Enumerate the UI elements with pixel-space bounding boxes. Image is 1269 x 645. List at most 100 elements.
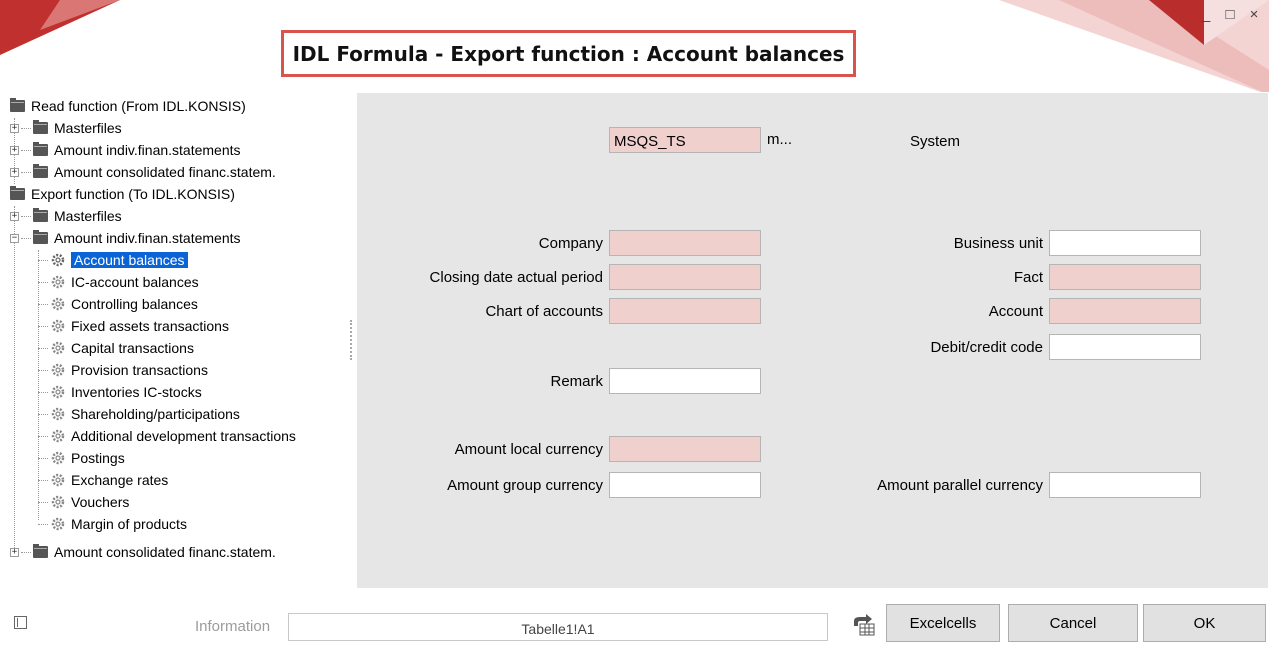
window-title: IDL Formula - Export function : Account … (292, 41, 845, 66)
tree-label: Vouchers (71, 494, 130, 510)
minimize-button[interactable]: _ (1199, 6, 1213, 23)
folder-icon (33, 230, 48, 244)
folder-icon (33, 544, 48, 558)
excelcells-button[interactable]: Excelcells (886, 604, 1000, 642)
tree-label: Inventories IC-stocks (71, 384, 202, 400)
decorative-corner-left (0, 0, 120, 55)
expand-icon[interactable]: + (10, 167, 19, 177)
tree-label: Amount indiv.finan.statements (54, 142, 241, 158)
expand-icon[interactable]: + (10, 145, 19, 155)
tree-guide-line (14, 206, 15, 552)
gear-icon (51, 473, 65, 487)
tree-label: Masterfiles (54, 120, 122, 136)
title-bar: IDL Formula - Export function : Account … (0, 0, 1269, 92)
amount-local-field[interactable] (609, 436, 761, 462)
gear-icon (51, 319, 65, 333)
company-field[interactable] (609, 230, 761, 256)
folder-icon (10, 186, 25, 200)
tree-label: Amount consolidated financ.statem. (54, 544, 276, 560)
window-controls: _ □ × (1199, 6, 1261, 23)
tree-read-masterfiles[interactable]: + Masterfiles (10, 118, 122, 138)
tree-label: Amount consolidated financ.statem. (54, 164, 276, 180)
account-field[interactable] (1049, 298, 1201, 324)
chart-of-accounts-field[interactable] (609, 298, 761, 324)
tree-export-root[interactable]: Export function (To IDL.KONSIS) (10, 184, 235, 204)
gear-icon (51, 451, 65, 465)
tree-read-indiv[interactable]: + Amount indiv.finan.statements (10, 140, 241, 160)
amount-group-field[interactable] (609, 472, 761, 498)
closing-date-label: Closing date actual period (429, 269, 603, 286)
tree-item-capital[interactable]: Capital transactions (38, 338, 194, 358)
gear-icon (51, 495, 65, 509)
tree-label: Controlling balances (71, 296, 198, 312)
tree-label: Export function (To IDL.KONSIS) (31, 186, 235, 202)
tree-item-exchange-rates[interactable]: Exchange rates (38, 470, 168, 490)
tree-label: Additional development transactions (71, 428, 296, 444)
tree-item-fixed-assets[interactable]: Fixed assets transactions (38, 316, 229, 336)
gear-icon (51, 297, 65, 311)
gear-icon (51, 517, 65, 531)
business-unit-field[interactable] (1049, 230, 1201, 256)
gear-icon (51, 407, 65, 421)
tree-label: Masterfiles (54, 208, 122, 224)
tree-export-masterfiles[interactable]: + Masterfiles (10, 206, 122, 226)
gear-icon (51, 275, 65, 289)
tree-item-vouchers[interactable]: Vouchers (38, 492, 129, 512)
collapse-icon[interactable]: − (10, 233, 19, 243)
ok-button[interactable]: OK (1143, 604, 1266, 642)
information-field[interactable]: Tabelle1!A1 (288, 613, 828, 641)
tree-export-indiv[interactable]: − Amount indiv.finan.statements (10, 228, 241, 248)
folder-icon (10, 98, 25, 112)
tree-label: Read function (From IDL.KONSIS) (31, 98, 246, 114)
fact-field[interactable] (1049, 264, 1201, 290)
form-panel: System MSQS_TS m... Company Closing date… (357, 93, 1268, 588)
tree-item-controlling-balances[interactable]: Controlling balances (38, 294, 198, 314)
company-label: Company (538, 235, 603, 252)
expand-icon[interactable]: + (10, 123, 19, 133)
tree-label-selected: Account balances (71, 252, 188, 268)
folder-icon (33, 142, 48, 156)
tree-label: Exchange rates (71, 472, 169, 488)
system-field[interactable]: MSQS_TS (609, 127, 761, 153)
remark-label: Remark (550, 373, 603, 390)
panel-toggle-icon[interactable] (14, 616, 27, 629)
tree-label: IC-account balances (71, 274, 199, 290)
amount-parallel-label: Amount parallel currency (877, 477, 1043, 494)
tree-item-ic-account-balances[interactable]: IC-account balances (38, 272, 199, 292)
excel-icon[interactable] (852, 614, 876, 636)
tree-label: Fixed assets transactions (71, 318, 229, 334)
window-title-box: IDL Formula - Export function : Account … (281, 30, 856, 77)
tree-label: Shareholding/participations (71, 406, 240, 422)
tree-item-margin-of-products[interactable]: Margin of products (38, 514, 187, 534)
debit-credit-field[interactable] (1049, 334, 1201, 360)
expand-icon[interactable]: + (10, 211, 19, 221)
tree-item-provision[interactable]: Provision transactions (38, 360, 208, 380)
tree-item-postings[interactable]: Postings (38, 448, 125, 468)
cancel-button[interactable]: Cancel (1008, 604, 1138, 642)
amount-local-label: Amount local currency (454, 441, 603, 458)
tree-read-root[interactable]: Read function (From IDL.KONSIS) (10, 96, 246, 116)
gear-icon (51, 341, 65, 355)
tree-item-additional-development[interactable]: Additional development transactions (38, 426, 296, 446)
tree-export-consolidated[interactable]: + Amount consolidated financ.statem. (10, 542, 276, 562)
debit-credit-label: Debit/credit code (930, 339, 1043, 356)
pane-splitter[interactable] (350, 320, 353, 360)
maximize-button[interactable]: □ (1223, 6, 1237, 23)
amount-parallel-field[interactable] (1049, 472, 1201, 498)
tree-item-inventories[interactable]: Inventories IC-stocks (38, 382, 202, 402)
information-label: Information (195, 618, 271, 635)
tree-item-account-balances[interactable]: Account balances (38, 250, 188, 270)
closing-date-field[interactable] (609, 264, 761, 290)
tree-label: Margin of products (71, 516, 187, 532)
fact-label: Fact (1013, 269, 1043, 286)
tree-label: Amount indiv.finan.statements (54, 230, 241, 246)
remark-field[interactable] (609, 368, 761, 394)
tree-item-shareholding[interactable]: Shareholding/participations (38, 404, 240, 424)
expand-icon[interactable]: + (10, 547, 19, 557)
close-button[interactable]: × (1247, 6, 1261, 23)
tree-read-consolidated[interactable]: + Amount consolidated financ.statem. (10, 162, 276, 182)
folder-icon (33, 164, 48, 178)
gear-icon (51, 385, 65, 399)
system-more-link[interactable]: m... (767, 131, 792, 148)
function-tree: Read function (From IDL.KONSIS) + Master… (10, 96, 348, 590)
